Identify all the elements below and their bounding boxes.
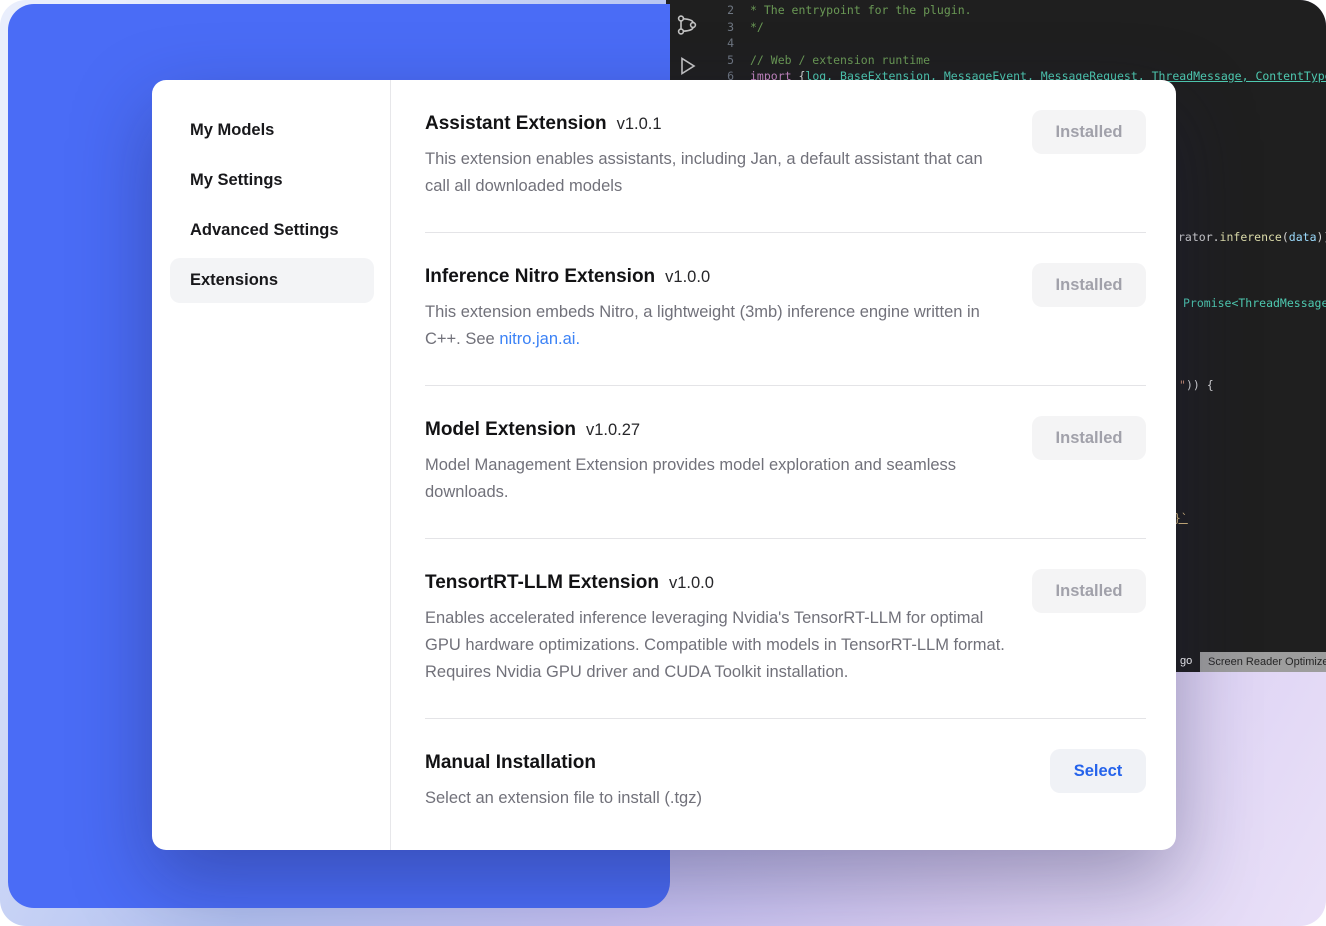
sidebar-item-label: My Settings (190, 171, 283, 190)
sidebar-item-my-settings[interactable]: My Settings (170, 158, 374, 203)
status-text: go (1180, 655, 1192, 667)
extension-description: This extension enables assistants, inclu… (425, 146, 1005, 200)
source-control-icon[interactable] (675, 13, 699, 37)
code-paren: )); (1317, 230, 1326, 244)
manual-installation-description: Select an extension file to install (.tg… (425, 785, 702, 812)
installed-button[interactable]: Installed (1032, 263, 1146, 307)
installed-button[interactable]: Installed (1032, 110, 1146, 154)
code-string: " (1179, 378, 1186, 392)
extension-title: Assistant Extension v1.0.1 (425, 110, 1005, 138)
line-number: 3 (704, 19, 734, 36)
extension-title: TensortRT-LLM Extension v1.0.0 (425, 569, 1005, 597)
extension-version: v1.0.0 (669, 574, 714, 592)
code-brace: )) { (1186, 378, 1214, 392)
code-line: 3 */ (704, 19, 1326, 36)
extension-description: Enables accelerated inference leveraging… (425, 605, 1005, 686)
extension-title: Inference Nitro Extension v1.0.0 (425, 263, 1005, 291)
extension-row-inference-nitro: Inference Nitro Extension v1.0.0 This ext… (425, 233, 1146, 386)
extension-info: Manual Installation Select an extension … (425, 749, 702, 812)
extension-info: TensortRT-LLM Extension v1.0.0 Enables ac… (425, 569, 1005, 686)
sidebar-item-label: Advanced Settings (190, 221, 339, 240)
sidebar-item-advanced-settings[interactable]: Advanced Settings (170, 208, 374, 253)
settings-modal: My Models My Settings Advanced Settings … (152, 80, 1176, 850)
code-object: rator. (1178, 230, 1220, 244)
extension-title: Model Extension v1.0.27 (425, 416, 1005, 444)
code-comment: */ (750, 19, 764, 36)
extension-description: This extension embeds Nitro, a lightweig… (425, 299, 1005, 353)
sidebar-item-label: My Models (190, 121, 274, 140)
extension-info: Model Extension v1.0.27 Model Management … (425, 416, 1005, 506)
code-method: inference (1220, 230, 1282, 244)
code-fragment: rator.inference(data)); (1178, 229, 1326, 245)
installed-button[interactable]: Installed (1032, 569, 1146, 613)
extension-row-assistant: Assistant Extension v1.0.1 This extension… (425, 80, 1146, 233)
line-number: 2 (704, 2, 734, 19)
sidebar-item-extensions[interactable]: Extensions (170, 258, 374, 303)
run-debug-icon[interactable] (674, 54, 698, 78)
extension-row-tensorrt-llm: TensortRT-LLM Extension v1.0.0 Enables ac… (425, 539, 1146, 719)
extension-version: v1.0.1 (617, 115, 662, 133)
settings-sidebar: My Models My Settings Advanced Settings … (152, 80, 391, 850)
nitro-jan-ai-link[interactable]: nitro.jan.ai. (499, 330, 580, 348)
code-line: 5 // Web / extension runtime (704, 52, 1326, 69)
extension-description: Model Management Extension provides mode… (425, 452, 1005, 506)
code-line: 2 * The entrypoint for the plugin. (704, 2, 1326, 19)
extension-name: Model Extension (425, 419, 576, 440)
line-number: 4 (704, 35, 734, 52)
extension-info: Inference Nitro Extension v1.0.0 This ext… (425, 263, 1005, 353)
select-file-button[interactable]: Select (1050, 749, 1146, 793)
code-area: 2 * The entrypoint for the plugin. 3 */ … (704, 2, 1326, 85)
extension-info: Assistant Extension v1.0.1 This extension… (425, 110, 1005, 200)
screen-reader-status-item[interactable]: Screen Reader Optimize (1200, 652, 1326, 672)
extension-name: Manual Installation (425, 752, 596, 773)
screenshot-canvas: 2 * The entrypoint for the plugin. 3 */ … (0, 0, 1326, 926)
extension-name: Inference Nitro Extension (425, 266, 655, 287)
extension-version: v1.0.27 (586, 421, 640, 439)
manual-installation-row: Manual Installation Select an extension … (425, 719, 1146, 822)
code-comment: // Web / extension runtime (750, 52, 930, 69)
code-argument: data (1289, 230, 1317, 244)
code-fragment: ")) { (1179, 377, 1214, 393)
extension-row-model: Model Extension v1.0.27 Model Management … (425, 386, 1146, 539)
extensions-panel: Assistant Extension v1.0.1 This extension… (391, 80, 1176, 850)
installed-button[interactable]: Installed (1032, 416, 1146, 460)
line-number: 5 (704, 52, 734, 69)
extension-name: Assistant Extension (425, 113, 607, 134)
extension-version: v1.0.0 (665, 268, 710, 286)
manual-installation-title: Manual Installation (425, 749, 702, 777)
sidebar-item-my-models[interactable]: My Models (170, 108, 374, 153)
code-paren: ( (1282, 230, 1289, 244)
code-comment: * The entrypoint for the plugin. (750, 2, 972, 19)
code-line: 4 (704, 35, 1326, 52)
extension-name: TensortRT-LLM Extension (425, 572, 659, 593)
sidebar-item-label: Extensions (190, 271, 278, 290)
code-fragment: Promise<ThreadMessage> (1183, 295, 1326, 311)
